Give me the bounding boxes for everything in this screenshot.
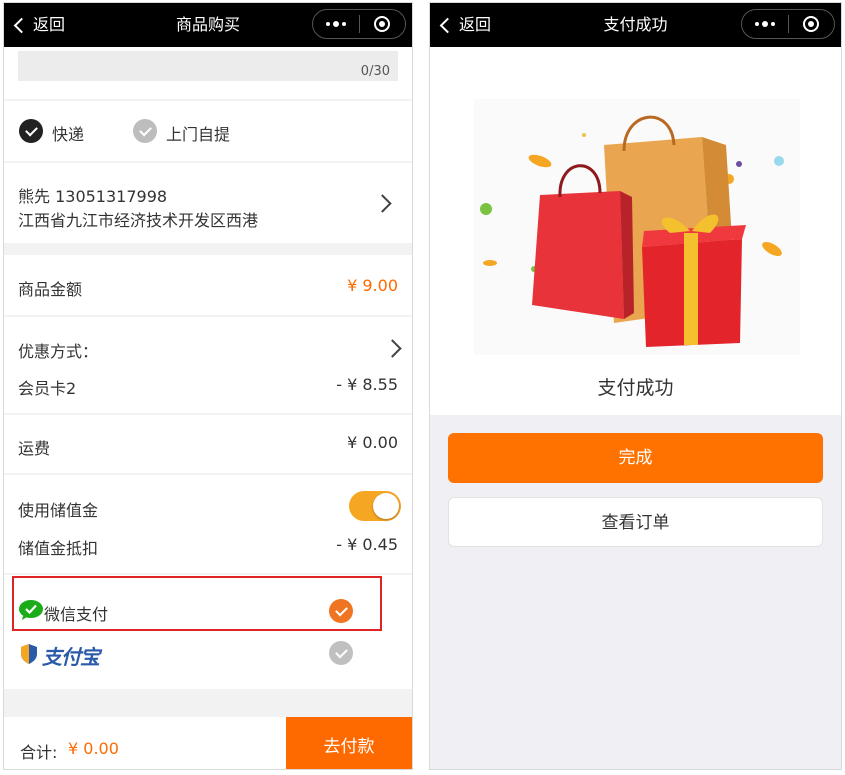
delivery-option-pickup[interactable]: 上门自提 (166, 121, 230, 145)
stored-value-section: 使用储值金 储值金抵扣 - ¥ 0.45 (4, 475, 412, 573)
more-icon[interactable] (313, 10, 359, 38)
delivery-option-express[interactable]: 快递 (52, 121, 84, 145)
alipay-logo-text: 支付宝 (42, 645, 100, 669)
close-miniprogram-icon[interactable] (788, 10, 834, 38)
remark-section: 0/30 (4, 47, 412, 99)
more-icon[interactable] (742, 10, 788, 38)
remark-counter: 0/30 (360, 64, 390, 79)
goods-amount-value: ¥ 9.00 (347, 276, 398, 295)
stored-value-deduct-value: - ¥ 0.45 (336, 535, 398, 554)
address-detail: 江西省九江市经济技术开发区西港 (18, 211, 259, 230)
alipay-check-icon[interactable] (329, 641, 353, 665)
done-button[interactable]: 完成 (448, 433, 823, 483)
pickup-check-icon[interactable] (133, 119, 157, 143)
shipping-row: 运费 ¥ 0.00 (4, 415, 412, 473)
close-miniprogram-icon[interactable] (359, 10, 405, 38)
back-button[interactable]: 返回 (438, 3, 491, 47)
payment-success-screen: 返回 支付成功 支付成功 完成 查看订单 (429, 2, 842, 770)
stored-value-deduct-label: 储值金抵扣 (18, 539, 99, 558)
capsule-menu (741, 9, 835, 39)
stored-value-label: 使用储值金 (18, 501, 99, 520)
payment-alipay-row[interactable]: 支付宝 (4, 635, 412, 689)
discount-section[interactable]: 优惠方式： 会员卡2 - ¥ 8.55 (4, 317, 412, 413)
chevron-right-icon (383, 339, 402, 358)
wechat-highlight-box (12, 576, 382, 631)
discount-item-label: 会员卡2 (18, 379, 77, 398)
goods-amount-row: 商品金额 ¥ 9.00 (4, 255, 412, 315)
checkout-footer: 合计: ¥ 0.00 去付款 (4, 717, 412, 769)
shopping-gifts-illustration (474, 99, 800, 355)
chevron-right-icon (373, 194, 392, 213)
checkout-screen: 返回 商品购买 0/30 快递 上门自提 熊先 13051317998 江西省九… (3, 2, 413, 770)
shipping-label: 运费 (18, 439, 51, 458)
stored-value-toggle[interactable] (349, 491, 401, 521)
capsule-menu (312, 9, 406, 39)
alipay-shield-icon (21, 644, 37, 664)
address-row[interactable]: 熊先 13051317998 江西省九江市经济技术开发区西港 (4, 163, 412, 243)
discount-label: 优惠方式： (18, 342, 99, 361)
success-panel: 支付成功 (430, 47, 841, 415)
total-label: 合计: (20, 743, 58, 762)
express-check-icon[interactable] (19, 119, 43, 143)
back-button[interactable]: 返回 (12, 3, 65, 47)
discount-item-value: - ¥ 8.55 (336, 375, 398, 394)
success-status-text: 支付成功 (597, 377, 674, 399)
remark-input[interactable]: 0/30 (18, 51, 398, 81)
navbar: 返回 商品购买 (4, 3, 412, 47)
pay-button[interactable]: 去付款 (286, 717, 412, 769)
shipping-value: ¥ 0.00 (347, 433, 398, 452)
address-contact: 熊先 13051317998 (18, 187, 168, 206)
view-order-button[interactable]: 查看订单 (448, 497, 823, 547)
navbar: 返回 支付成功 (430, 3, 841, 47)
back-label: 返回 (459, 15, 492, 34)
back-label: 返回 (33, 15, 66, 34)
chevron-left-icon (13, 17, 30, 33)
chevron-left-icon (439, 17, 456, 33)
goods-amount-label: 商品金额 (18, 280, 83, 299)
total-value: ¥ 0.00 (68, 739, 119, 758)
delivery-section: 快递 上门自提 (4, 101, 412, 161)
